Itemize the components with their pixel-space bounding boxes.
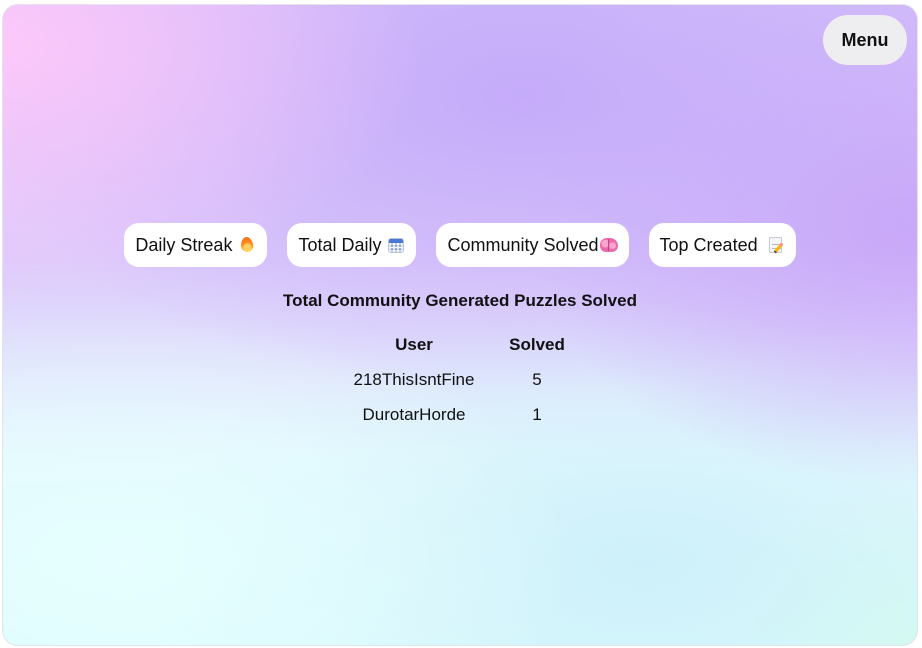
brain-icon [599,236,618,254]
table-header-row: User Solved [342,331,588,363]
tab-top-created[interactable]: Top Created [648,223,796,267]
solved-cell: 1 [532,405,542,424]
table-row: DurotarHorde 1 [342,398,588,433]
calendar-icon [387,236,405,254]
tab-daily-streak[interactable]: Daily Streak [124,223,268,267]
tab-community-solved[interactable]: Community Solved [436,223,629,267]
tab-label: Community Solved [447,234,599,255]
column-header-solved: Solved [509,335,565,354]
leaderboard-title: Total Community Generated Puzzles Solved [283,291,637,310]
tab-total-daily[interactable]: Total Daily [287,223,417,267]
user-cell: DurotarHorde [362,405,466,424]
app-frame: Menu Daily Streak Total Daily Community … [2,4,918,646]
fire-icon [238,236,256,254]
user-cell: 218ThisIsntFine [353,370,475,389]
tab-label: Top Created [659,234,758,255]
memo-icon [767,236,785,254]
tab-label: Daily Streak [135,234,233,255]
leaderboard-tabs: Daily Streak Total Daily Community Solve… [3,223,917,267]
leaderboard-table: User Solved 218ThisIsntFine 5 DurotarHor… [342,331,588,433]
table-row: 218ThisIsntFine 5 [342,363,588,398]
menu-button[interactable]: Menu [823,15,907,65]
column-header-user: User [395,335,433,354]
solved-cell: 5 [532,370,542,389]
tab-label: Total Daily [298,234,382,255]
